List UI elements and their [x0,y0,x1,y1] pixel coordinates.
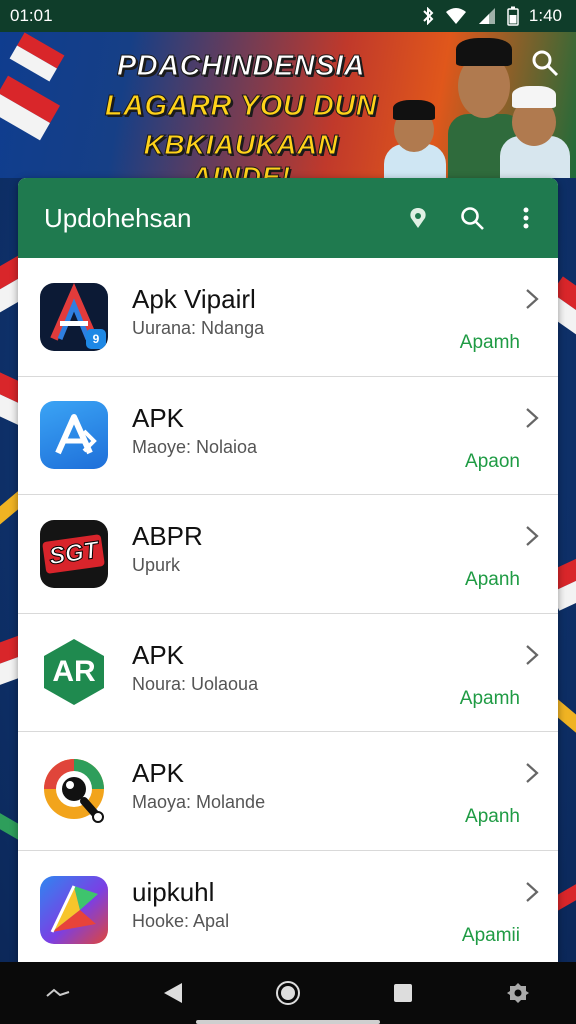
bluetooth-icon [423,7,434,25]
app-action-link[interactable]: Apaon [465,451,520,473]
chevron-right-icon [526,289,539,309]
gesture-icon[interactable] [43,978,73,1008]
search-icon[interactable] [530,48,560,78]
app-title: ABPR [132,521,203,552]
ar-hexagon-icon: AR [40,638,108,706]
signal-icon [478,8,495,24]
app-subtitle: Upurk [132,555,181,576]
navigation-bar [0,962,576,1024]
banner-line-1: PDACHINDENSIA [116,50,366,83]
app-action-link[interactable]: Apanh [465,806,520,828]
status-time-right: 1:40 [528,6,562,25]
battery-icon [507,6,519,26]
banner-line-2: LAGARR YOU DUN [104,90,378,123]
app-action-link[interactable]: Apamii [462,925,520,947]
flag-decoration [9,32,65,82]
app-subtitle: Uurana: Ndanga [132,318,265,339]
promo-banner[interactable]: PDACHINDENSIA LAGARR YOU DUN KBKIAUKAAN … [0,32,576,178]
list-item[interactable]: 9 Apk Vipairl Uurana: Ndanga Apamh [18,258,558,377]
wifi-icon [445,8,466,24]
camera-lens-icon [40,757,108,825]
app-title: APK [132,639,185,670]
app-action-link[interactable]: Apamh [460,332,520,354]
app-title: APK [132,402,185,433]
list-item[interactable]: APK Maoye: Nolaioa Apaon [18,377,558,495]
sgt-logo-text: SGT [42,533,106,574]
app-title: APK [132,758,185,789]
status-time-left: 01:01 [10,6,53,25]
apk-a-badge-icon: 9 [40,282,108,351]
colorful-arrow-icon [40,875,108,944]
chevron-right-icon [526,407,539,428]
app-subtitle: Hooke: Apal [132,911,230,932]
app-bar-title: Updohehsan [44,202,192,233]
search-icon[interactable] [458,204,486,232]
sgt-logo-icon: SGT [40,519,108,588]
banner-line-3: KBKIAUKAAN AINDE! [143,129,339,179]
app-action-link[interactable]: Apanh [465,569,520,591]
more-vert-icon[interactable] [512,204,540,232]
list-item[interactable]: AR APK Noura: Uolaoua Apamh [18,614,558,732]
app-subtitle: Maoye: Nolaioa [132,436,258,457]
ar-logo-text: AR [52,655,96,689]
recents-icon[interactable] [388,978,418,1008]
app-title: Apk Vipairl [132,284,256,315]
app-bar: Updohehsan [18,178,558,258]
app-subtitle: Noura: Uolaoua [132,673,259,694]
chevron-right-icon [526,881,539,902]
location-icon[interactable] [404,204,432,232]
app-title: uipkuhl [132,877,215,908]
update-badge: 9 [86,328,106,349]
app-subtitle: Maoya: Molande [132,792,266,813]
list-item[interactable]: SGT ABPR Upurk Apanh [18,495,558,614]
banner-person-right [494,80,576,178]
app-store-icon [40,401,108,470]
status-bar: 01:01 1:40 [0,0,576,32]
app-action-link[interactable]: Apamh [460,688,520,710]
list-item[interactable]: APK Maoya: Molande Apanh [18,732,558,851]
settings-icon[interactable] [503,978,533,1008]
chevron-right-icon [526,763,539,783]
home-icon[interactable] [273,978,303,1008]
flag-decoration [0,75,60,141]
app-list-card: Updohehsan 9 Apk Vipairl Uurana: Ndanga … [18,178,558,968]
chevron-right-icon [526,526,539,546]
home-indicator[interactable] [196,1020,380,1024]
chevron-right-icon [526,644,539,665]
app-list: 9 Apk Vipairl Uurana: Ndanga Apamh APK M… [18,258,558,968]
back-icon[interactable] [158,978,188,1008]
list-item[interactable]: uipkuhl Hooke: Apal Apamii [18,851,558,969]
